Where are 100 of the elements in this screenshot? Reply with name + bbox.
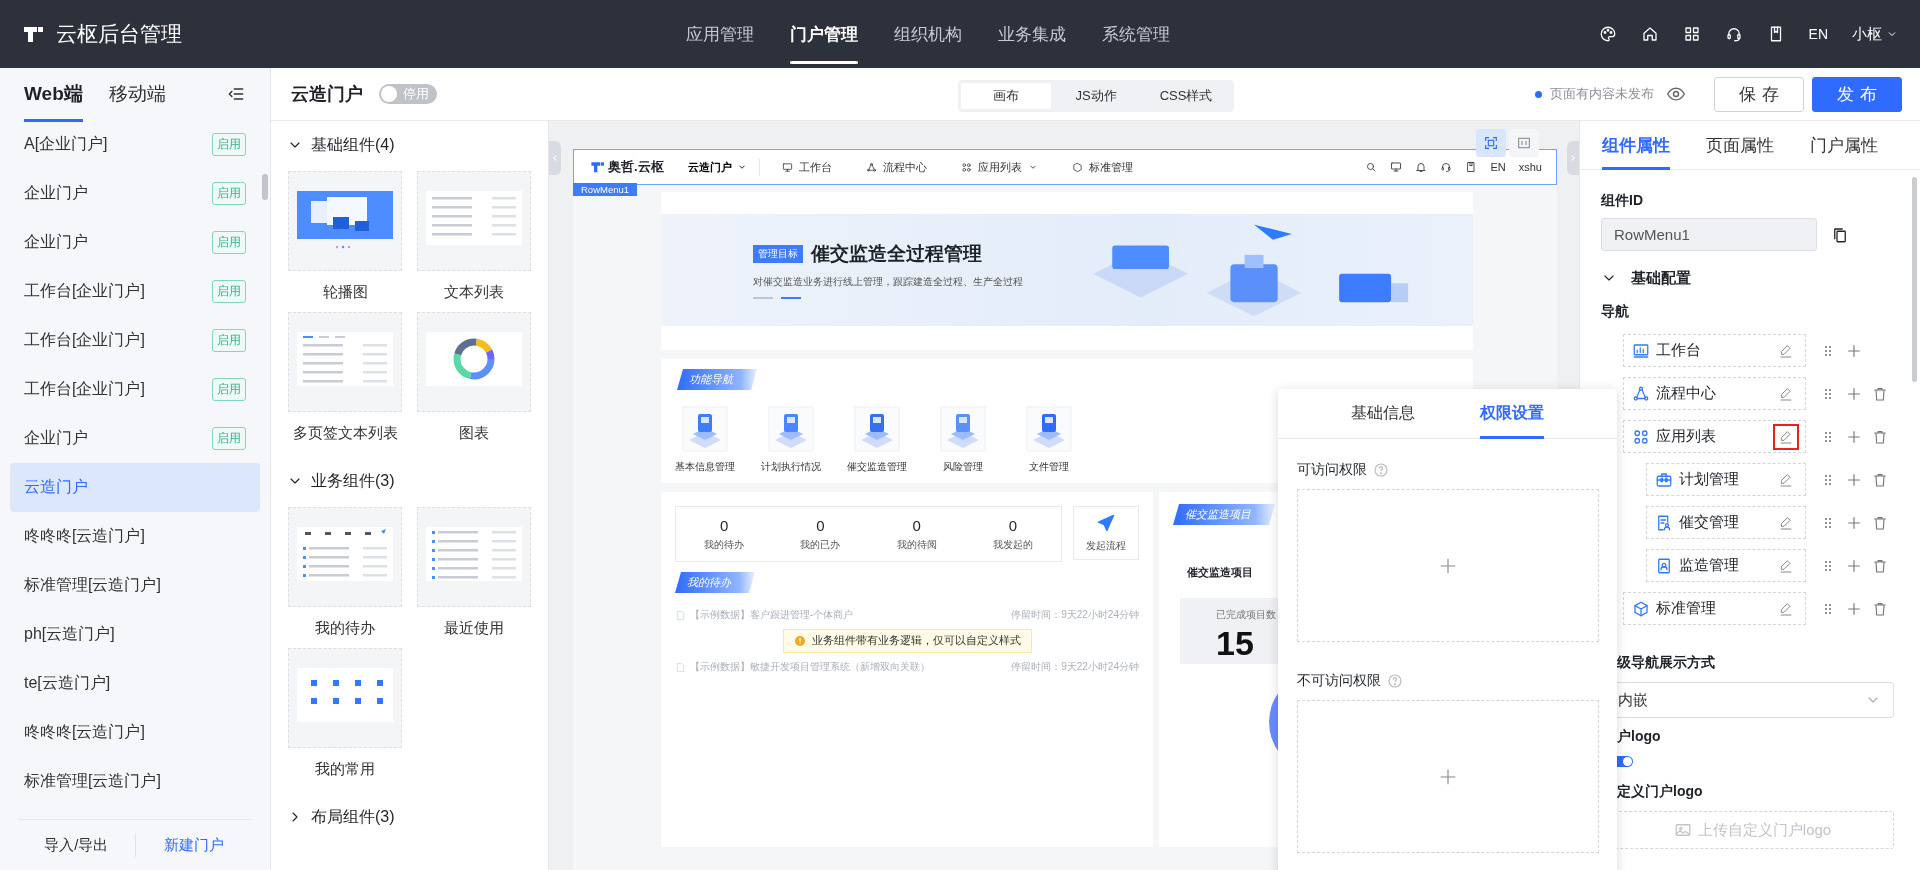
component-id-field[interactable]: RowMenu1	[1601, 218, 1817, 251]
portal-item[interactable]: 云造门户	[10, 463, 260, 512]
warning-icon	[793, 635, 806, 647]
property-tab[interactable]: 门户属性	[1810, 121, 1878, 169]
grid-icon[interactable]	[1682, 25, 1701, 43]
platform-tab[interactable]: 移动端	[108, 68, 166, 120]
nav-item[interactable]: 标准管理	[1623, 592, 1806, 625]
plus-icon[interactable]	[1846, 557, 1862, 574]
field-label: 级导航展示方式	[1617, 654, 1716, 672]
portal-item[interactable]: 企业门户 启用	[10, 218, 260, 267]
delete-icon[interactable]	[1872, 471, 1888, 488]
collapse-right-handle[interactable]	[1567, 141, 1579, 175]
text-list-thumbnail[interactable]	[417, 171, 531, 271]
popover-tab[interactable]: 基础信息	[1350, 389, 1415, 438]
publish-button[interactable]: 发布	[1812, 76, 1902, 112]
portal-item[interactable]: ph[云造门户]	[10, 610, 260, 659]
delete-icon[interactable]	[1872, 514, 1888, 531]
section-ribbon: 功能导航	[677, 369, 757, 390]
four-circles-icon	[960, 161, 972, 173]
metric-label: 已完成项目数	[1216, 608, 1277, 622]
chart-thumbnail[interactable]	[417, 312, 531, 412]
favorites-thumbnail[interactable]	[288, 648, 402, 748]
portal-item[interactable]: 工作台[企业门户] 启用	[10, 365, 260, 414]
portal-item[interactable]: 咚咚咚[云造门户]	[10, 708, 260, 757]
delete-icon[interactable]	[1872, 428, 1888, 445]
edit-icon	[1778, 471, 1794, 488]
portal-item[interactable]: 标准管理[云造门户]	[10, 561, 260, 610]
plus-icon[interactable]	[1846, 514, 1862, 531]
portal-item[interactable]: te[云造门户]	[10, 659, 260, 708]
preview-nav-item[interactable]: 流程中心	[865, 159, 927, 175]
nav-item[interactable]: 催交管理	[1646, 506, 1806, 539]
stat-value: 0	[1008, 516, 1018, 534]
palette-icon[interactable]	[1598, 25, 1617, 43]
scrollbar-thumb[interactable]	[1912, 177, 1917, 382]
edit-button[interactable]	[1773, 423, 1799, 450]
scrollbar-thumb[interactable]	[262, 174, 268, 200]
headset-icon[interactable]	[1724, 25, 1743, 43]
nav-item[interactable]: 流程中心	[1623, 377, 1806, 410]
portal-item[interactable]: 企业门户 启用	[10, 414, 260, 463]
nav-item[interactable]: 监造管理	[1646, 549, 1806, 582]
copy-icon[interactable]	[1831, 225, 1849, 244]
plus-icon[interactable]	[1846, 471, 1862, 488]
portal-item[interactable]: 标准管理[云造门户]	[10, 757, 260, 806]
nav-tab[interactable]: 业务集成	[980, 0, 1084, 68]
recent-list-thumbnail[interactable]	[417, 507, 531, 607]
carousel-indicator	[753, 296, 803, 300]
section-header[interactable]: 基础配置	[1601, 263, 1894, 293]
component-group-header[interactable]: 布局组件(3)	[287, 797, 395, 837]
plus-icon[interactable]	[1846, 600, 1862, 617]
import-export-button[interactable]: 导入/导出	[18, 834, 135, 856]
plus-icon[interactable]	[1846, 385, 1862, 402]
preview-nav-item[interactable]: 标准管理	[1071, 159, 1133, 175]
todo-thumbnail[interactable]	[288, 507, 402, 607]
portal-switcher[interactable]: 云造门户	[681, 158, 760, 176]
new-portal-button[interactable]: 新建门户	[135, 834, 252, 856]
status-tag: 启用	[212, 329, 246, 352]
property-tab[interactable]: 组件属性	[1602, 121, 1670, 169]
split-view-button[interactable]	[1509, 129, 1539, 157]
home-icon[interactable]	[1640, 25, 1659, 43]
component-group-header[interactable]: 业务组件(3)	[287, 461, 395, 501]
preview-nav-item[interactable]: 应用列表	[960, 159, 1038, 175]
nav-item[interactable]: 应用列表	[1623, 420, 1806, 453]
mode-tab[interactable]: JS动作	[1051, 83, 1141, 109]
portal-item[interactable]: 工作台[企业门户] 启用	[10, 316, 260, 365]
portal-item[interactable]: 工作台[企业门户] 启用	[10, 267, 260, 316]
portal-item[interactable]: 咚咚咚[云造门户]	[10, 512, 260, 561]
portal-header-preview[interactable]: 奥哲.云枢 云造门户 工作台 流程中心 应用列表 标准管理 EN xshu	[573, 149, 1557, 185]
nav-item[interactable]: 计划管理	[1646, 463, 1806, 496]
save-button[interactable]: 保存	[1714, 76, 1804, 112]
carousel-thumbnail[interactable]	[288, 171, 402, 271]
metric-value: 15	[1216, 624, 1255, 663]
mode-tab[interactable]: CSS样式	[1141, 83, 1231, 109]
portal-item[interactable]: A[企业门户] 启用	[10, 120, 260, 169]
fit-view-button[interactable]	[1476, 129, 1506, 157]
start-flow-button[interactable]: 发起流程	[1073, 506, 1139, 560]
mode-tab[interactable]: 画布	[961, 83, 1051, 109]
platform-tab[interactable]: Web端	[24, 68, 83, 120]
delete-icon[interactable]	[1872, 385, 1888, 402]
popover-tab[interactable]: 权限设置	[1480, 389, 1545, 438]
nav-item[interactable]: 工作台	[1623, 334, 1806, 367]
delete-icon[interactable]	[1872, 600, 1888, 617]
shortcut-label: 风险管理	[943, 460, 983, 474]
user-menu[interactable]: 小枢	[1852, 24, 1898, 44]
component-group-header[interactable]: 基础组件(4)	[287, 125, 395, 165]
user-card-icon	[1655, 556, 1673, 575]
nav-tab[interactable]: 组织机构	[876, 0, 980, 68]
preview-nav-item[interactable]: 工作台	[781, 159, 832, 175]
portal-item[interactable]: 企业门户 启用	[10, 169, 260, 218]
collapse-left-handle[interactable]	[549, 141, 561, 175]
help-icon	[1373, 462, 1389, 478]
plus-icon[interactable]	[1846, 342, 1862, 359]
tabbed-list-thumbnail[interactable]	[288, 312, 402, 412]
delete-icon[interactable]	[1872, 557, 1888, 574]
status-tag: 启用	[212, 280, 246, 303]
property-tab[interactable]: 页面属性	[1706, 121, 1774, 169]
shortcut-label: 催交监造管理	[847, 460, 907, 474]
nav-tab[interactable]: 系统管理	[1084, 0, 1188, 68]
plus-icon[interactable]	[1846, 428, 1862, 445]
nav-tab[interactable]: 应用管理	[668, 0, 772, 68]
nav-tab[interactable]: 门户管理	[772, 0, 876, 68]
